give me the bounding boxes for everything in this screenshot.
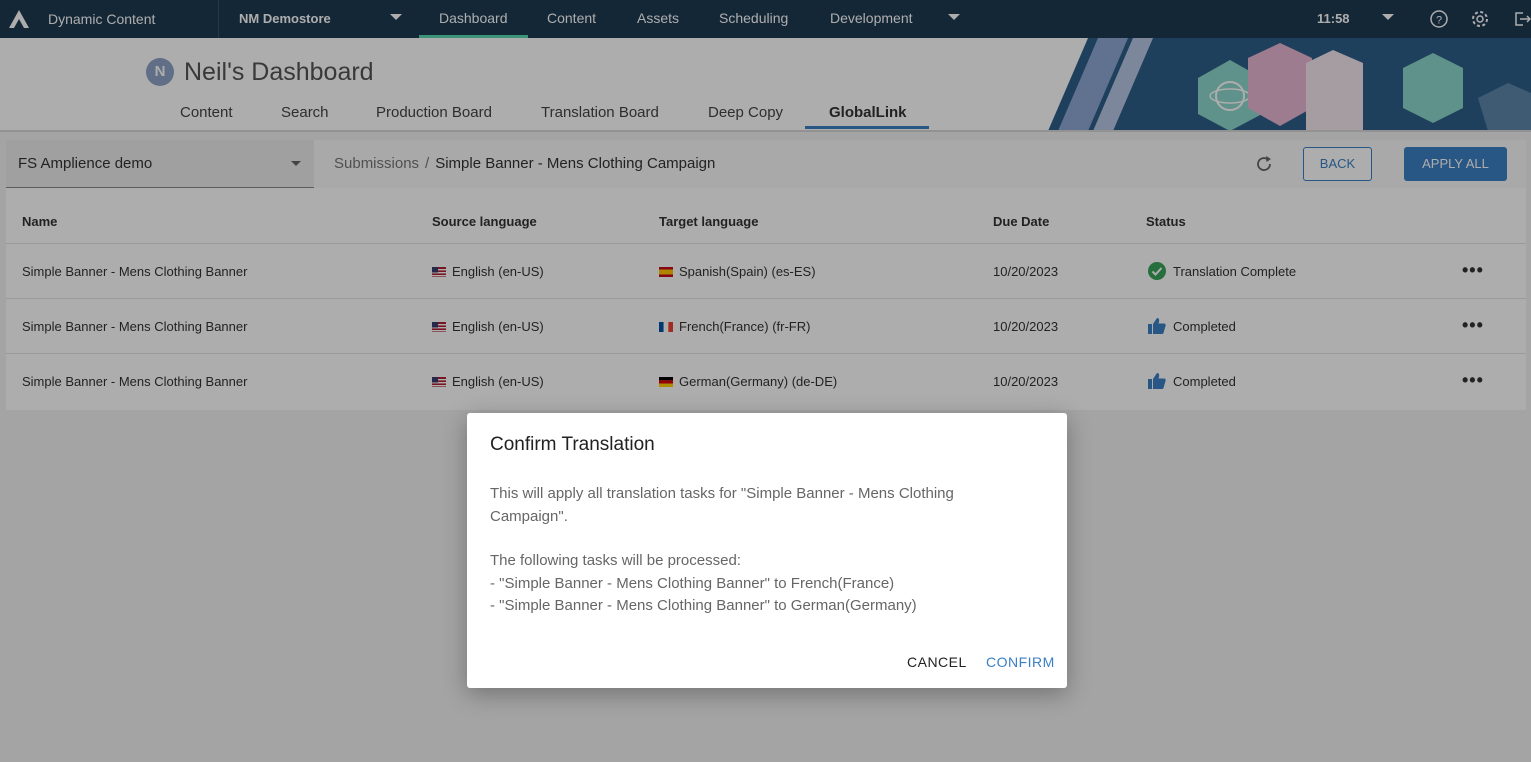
dialog-text: This will apply all translation tasks fo…	[490, 485, 954, 502]
confirm-button[interactable]: CONFIRM	[986, 654, 1055, 670]
dialog-title: Confirm Translation	[490, 434, 655, 455]
dialog-text: The following tasks will be processed:	[490, 552, 741, 569]
cancel-button[interactable]: CANCEL	[907, 654, 967, 670]
confirm-translation-dialog: Confirm Translation This will apply all …	[467, 413, 1067, 688]
dialog-task-item: - "Simple Banner - Mens Clothing Banner"…	[490, 574, 895, 592]
dialog-task-item: - "Simple Banner - Mens Clothing Banner"…	[490, 597, 917, 614]
dialog-text: Campaign".	[490, 507, 568, 525]
dialog-spacer	[490, 528, 1010, 550]
dialog-body: This will apply all translation tasks fo…	[490, 483, 1010, 618]
